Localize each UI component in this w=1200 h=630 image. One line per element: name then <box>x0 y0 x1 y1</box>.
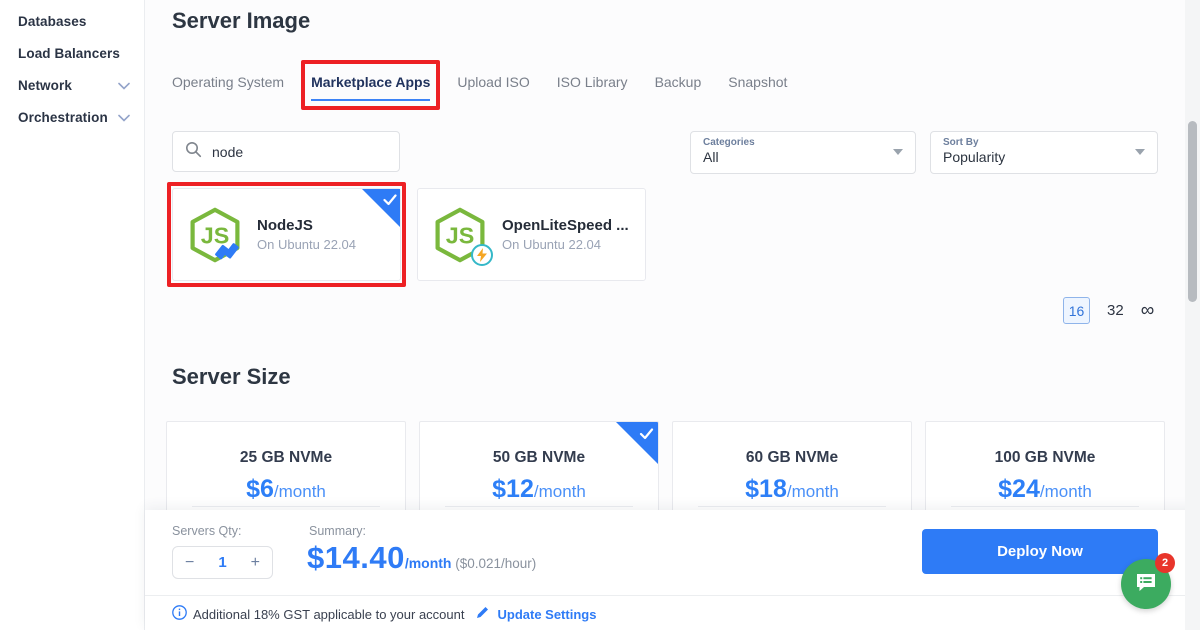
app-subtitle: On Ubuntu 22.04 <box>257 237 356 252</box>
summary-price-hourly: ($0.021/hour) <box>451 556 536 571</box>
nodejs-logo-icon: JS <box>187 206 243 264</box>
chevron-down-icon <box>118 110 130 125</box>
tab-upload-iso[interactable]: Upload ISO <box>457 74 529 101</box>
divider <box>698 506 886 507</box>
divider <box>192 506 380 507</box>
plan-price: $18/month <box>673 475 911 504</box>
page-size-selector: 16 32 ∞ <box>1063 297 1154 324</box>
summary-label: Summary: <box>309 524 366 538</box>
update-settings-link[interactable]: Update Settings <box>497 607 596 622</box>
divider <box>445 506 633 507</box>
scrollbar-track[interactable] <box>1185 0 1200 630</box>
selected-check-ribbon <box>362 189 400 227</box>
info-icon <box>172 605 187 623</box>
page-size-32[interactable]: 32 <box>1107 302 1124 319</box>
gst-note-row: Additional 18% GST applicable to your ac… <box>172 605 596 623</box>
plan-storage: 100 GB NVMe <box>926 449 1164 467</box>
servers-qty-label: Servers Qty: <box>172 524 241 538</box>
chevron-down-icon <box>1135 149 1145 155</box>
summary-price-amount: $14.40 <box>307 540 405 575</box>
plan-amount: $6 <box>246 475 274 503</box>
tab-backup[interactable]: Backup <box>655 74 702 101</box>
pencil-icon <box>476 606 489 622</box>
sidebar: Databases Load Balancers Network Orchest… <box>0 0 145 630</box>
qty-increase-button[interactable]: + <box>251 554 260 572</box>
tab-snapshot[interactable]: Snapshot <box>728 74 787 101</box>
sidebar-item-databases[interactable]: Databases <box>18 10 144 32</box>
search-icon <box>185 141 202 163</box>
sort-by-label: Sort By <box>943 137 1145 148</box>
svg-text:JS: JS <box>201 222 230 248</box>
tab-label: Marketplace Apps <box>311 74 430 90</box>
chat-widget-button[interactable]: 2 <box>1121 559 1171 609</box>
sidebar-item-label: Load Balancers <box>18 46 120 61</box>
plan-amount: $24 <box>998 475 1040 503</box>
qty-value: 1 <box>218 554 226 571</box>
selected-check-ribbon <box>616 422 658 464</box>
plan-period: /month <box>534 482 586 501</box>
plan-storage: 25 GB NVMe <box>167 449 405 467</box>
server-size-title: Server Size <box>172 364 291 390</box>
lightning-bolt-icon <box>471 244 493 266</box>
app-subtitle: On Ubuntu 22.04 <box>502 237 629 252</box>
page-size-infinity[interactable]: ∞ <box>1141 300 1155 322</box>
app-name: NodeJS <box>257 217 356 234</box>
plan-amount: $12 <box>492 475 534 503</box>
chevron-down-icon <box>893 149 903 155</box>
check-icon <box>383 194 397 206</box>
app-name: OpenLiteSpeed ... <box>502 217 629 234</box>
quantity-stepper: − 1 + <box>172 546 273 579</box>
sort-by-value: Popularity <box>943 149 1145 165</box>
sidebar-item-label: Network <box>18 78 72 93</box>
categories-select[interactable]: Categories All <box>690 131 916 174</box>
chat-bubble-icon <box>1134 570 1158 599</box>
main-content: Server Image Operating System Marketplac… <box>145 0 1200 630</box>
chevron-down-icon <box>118 78 130 93</box>
app-card-titles: OpenLiteSpeed ... On Ubuntu 22.04 <box>502 217 629 252</box>
categories-value: All <box>703 149 903 165</box>
search-input[interactable] <box>212 144 387 160</box>
qty-decrease-button[interactable]: − <box>185 554 194 572</box>
svg-text:JS: JS <box>446 222 475 248</box>
sort-by-select[interactable]: Sort By Popularity <box>930 131 1158 174</box>
sidebar-item-network[interactable]: Network <box>18 74 144 96</box>
categories-label: Categories <box>703 137 903 148</box>
plan-price: $24/month <box>926 475 1164 504</box>
server-image-tabs: Operating System Marketplace Apps Upload… <box>172 74 787 101</box>
plan-price: $6/month <box>167 475 405 504</box>
openlitespeed-logo-icon: JS <box>432 206 488 264</box>
sidebar-item-label: Databases <box>18 14 86 29</box>
divider <box>145 595 1200 596</box>
sidebar-item-orchestration[interactable]: Orchestration <box>18 106 144 128</box>
gst-note-text: Additional 18% GST applicable to your ac… <box>193 607 464 622</box>
plan-period: /month <box>1040 482 1092 501</box>
divider <box>951 506 1139 507</box>
app-card-nodejs[interactable]: JS NodeJS On Ubuntu 22.04 <box>172 188 401 281</box>
app-card-titles: NodeJS On Ubuntu 22.04 <box>257 217 356 252</box>
chat-unread-badge: 2 <box>1155 553 1175 573</box>
deploy-summary-bar: Servers Qty: − 1 + Summary: $14.40/month… <box>145 510 1200 630</box>
tab-operating-system[interactable]: Operating System <box>172 74 284 101</box>
sidebar-item-label: Orchestration <box>18 110 108 125</box>
plan-period: /month <box>274 482 326 501</box>
marketplace-apps-list: JS NodeJS On Ubuntu 22.04 JS <box>172 188 646 281</box>
plan-storage: 60 GB NVMe <box>673 449 911 467</box>
summary-price: $14.40/month ($0.021/hour) <box>307 540 536 576</box>
deploy-now-button[interactable]: Deploy Now <box>922 529 1158 574</box>
check-icon <box>639 428 654 440</box>
app-card-openlitespeed[interactable]: JS OpenLiteSpeed ... On Ubuntu 22.04 <box>417 188 646 281</box>
sidebar-item-load-balancers[interactable]: Load Balancers <box>18 42 144 64</box>
scrollbar-thumb[interactable] <box>1188 121 1197 302</box>
tab-iso-library[interactable]: ISO Library <box>557 74 628 101</box>
tab-marketplace-apps[interactable]: Marketplace Apps <box>311 74 430 101</box>
summary-price-period: /month <box>405 555 452 571</box>
page-size-16[interactable]: 16 <box>1063 297 1090 324</box>
page-title: Server Image <box>172 8 310 34</box>
app-search-box[interactable] <box>172 131 400 172</box>
plan-price: $12/month <box>420 475 658 504</box>
plan-amount: $18 <box>745 475 787 503</box>
plan-period: /month <box>787 482 839 501</box>
